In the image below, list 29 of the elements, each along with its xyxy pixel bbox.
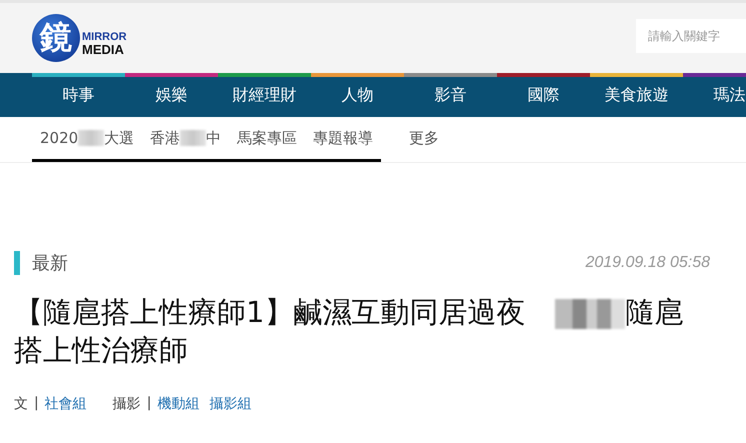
nav-link[interactable]: 國際 [497,73,590,117]
subnav-link[interactable]: 2020 大選 [32,117,142,162]
subnav-link[interactable]: 更多 [401,117,448,162]
byline-role: 攝影 [112,395,141,413]
logo-word: MEDIA [82,43,125,56]
author-link[interactable]: 攝影組 [209,395,252,413]
nav-link[interactable]: 人物 [311,73,404,117]
section-label: 最新 [14,251,68,275]
subnav-link[interactable]: 專題報導 [305,117,382,162]
logo-glyph: 鏡 [32,14,80,62]
separator: | [146,395,152,413]
nav-link[interactable]: 娛樂 [125,73,218,117]
article-title: 【隨扈搭上性療師1】鹹濕互動同居過夜 隨扈搭上性治療師 [14,294,684,369]
blurred-text [78,130,104,146]
nav-link[interactable]: 瑪法 [683,73,746,117]
nav-link[interactable]: 美食旅遊 [590,73,683,117]
byline-role: 文 [14,395,28,413]
subnav-link[interactable]: 馬案專區 [229,117,306,162]
subnav-link[interactable]: 香港 中 [142,117,230,162]
author-link[interactable]: 社會組 [44,395,87,413]
author-link[interactable]: 機動組 [157,395,200,413]
logo-word: MIRROR [82,32,127,43]
blurred-text [180,130,206,146]
search-field[interactable]: 請輸入關鍵字 [636,19,746,53]
nav-link[interactable]: 影音 [404,73,497,117]
separator: | [34,395,39,413]
publish-date: 2019.09.18 05:58 [585,254,710,272]
nav-link[interactable]: 財經理財 [218,73,311,117]
nav-link[interactable]: 時事 [32,73,125,117]
